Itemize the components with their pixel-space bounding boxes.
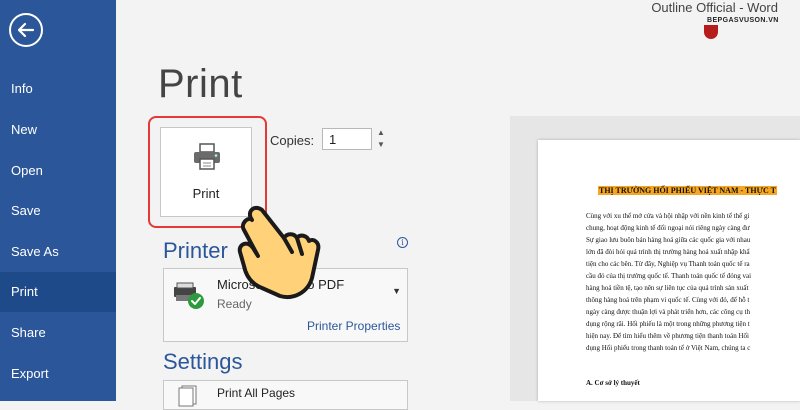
printer-properties-link[interactable]: Printer Properties xyxy=(307,319,400,333)
printer-heading: Printer xyxy=(163,238,228,263)
pointing-hand-icon xyxy=(237,205,321,299)
printer-device-icon xyxy=(174,282,204,309)
back-button[interactable] xyxy=(9,13,43,47)
nav-item-save[interactable]: Save xyxy=(0,191,116,231)
info-icon[interactable]: i xyxy=(397,237,408,248)
preview-text-line: dụng Hối phiếu trong thanh toán tế ở Việ… xyxy=(586,344,751,352)
window-title: Outline Official - Word xyxy=(651,0,778,15)
preview-text-line: ngày càng được thuận lợi và phát triển h… xyxy=(586,308,750,316)
printer-icon xyxy=(194,143,220,170)
preview-text-line: Sự giao lưu buôn bán hàng hoá giữa các q… xyxy=(586,236,751,244)
preview-section-heading: A. Cơ sở lý thuyết xyxy=(586,379,640,387)
pages-icon xyxy=(178,385,197,407)
print-pages-dropdown[interactable]: Print All Pages xyxy=(163,380,408,410)
copies-input[interactable] xyxy=(322,128,372,150)
preview-text-line: hàng hoá tiền tệ, tạo nên sự liên tục củ… xyxy=(586,284,749,292)
preview-text-line: chung, hoạt động kinh tế đối ngoại nói r… xyxy=(586,224,750,232)
copies-increment-button[interactable]: ▲ xyxy=(374,128,388,139)
preview-text-line: cầu đó của thị trường quốc tế. Thanh toá… xyxy=(586,272,752,280)
preview-text-line: tiện cho các bên. Từ đây, Nghiệp vụ Than… xyxy=(586,260,750,268)
print-button-label: Print xyxy=(192,186,220,201)
copies-label: Copies: xyxy=(270,133,315,148)
nav-item-export[interactable]: Export xyxy=(0,354,116,394)
nav-item-share[interactable]: Share xyxy=(0,313,116,353)
watermark-logo: BEPGASVUSON.VN xyxy=(707,17,779,24)
preview-text-line: dụng rộng rãi. Hối phiếu là một trong nh… xyxy=(586,320,750,328)
nav-item-new[interactable]: New xyxy=(0,110,116,150)
nav-item-print[interactable]: Print xyxy=(0,272,116,312)
preview-document-title: THỊ TRƯỜNG HỐI PHIẾU VIỆT NAM - THỰC T xyxy=(598,186,777,195)
chevron-down-icon: ▼ xyxy=(392,286,401,296)
preview-text-line: thông hàng hoá trên phạm vi quốc tế. Cùn… xyxy=(586,296,750,304)
preview-text-line: hiện nay. Để tìm hiểu thêm về phương tiệ… xyxy=(586,332,749,340)
print-pages-label: Print All Pages xyxy=(217,386,296,400)
back-arrow-icon xyxy=(17,22,35,38)
preview-page[interactable]: THỊ TRƯỜNG HỐI PHIẾU VIỆT NAM - THỰC T C… xyxy=(538,140,800,401)
watermark-logo-mark xyxy=(704,25,718,39)
preview-text-line: lớn đã đòi hỏi quá trình thị trường hàng… xyxy=(586,248,750,256)
nav-item-info[interactable]: Info xyxy=(0,69,116,109)
nav-item-save-as[interactable]: Save As xyxy=(0,232,116,272)
page-title: Print xyxy=(158,62,243,106)
backstage-sidebar: Info New Open Save Save As Print Share E… xyxy=(0,0,116,401)
copies-decrement-button[interactable]: ▼ xyxy=(374,140,388,151)
nav-item-open[interactable]: Open xyxy=(0,151,116,191)
settings-heading: Settings xyxy=(163,349,243,374)
preview-text-line: Cùng với xu thế mở cửa và hội nhập với n… xyxy=(586,212,750,220)
